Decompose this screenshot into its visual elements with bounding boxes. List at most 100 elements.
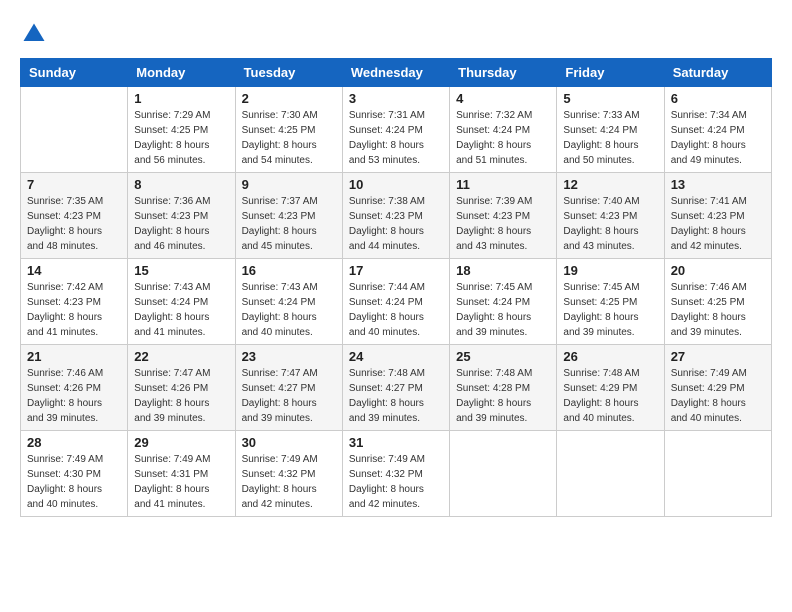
day-info: Sunrise: 7:46 AMSunset: 4:26 PMDaylight:… — [27, 366, 121, 426]
day-number: 27 — [671, 349, 765, 364]
day-info: Sunrise: 7:34 AMSunset: 4:24 PMDaylight:… — [671, 108, 765, 168]
day-info: Sunrise: 7:47 AMSunset: 4:26 PMDaylight:… — [134, 366, 228, 426]
day-number: 9 — [242, 177, 336, 192]
day-info: Sunrise: 7:31 AMSunset: 4:24 PMDaylight:… — [349, 108, 443, 168]
day-number: 24 — [349, 349, 443, 364]
calendar-week-row: 1Sunrise: 7:29 AMSunset: 4:25 PMDaylight… — [21, 87, 772, 173]
day-info: Sunrise: 7:43 AMSunset: 4:24 PMDaylight:… — [242, 280, 336, 340]
calendar-cell: 22Sunrise: 7:47 AMSunset: 4:26 PMDayligh… — [128, 345, 235, 431]
day-number: 10 — [349, 177, 443, 192]
day-number: 21 — [27, 349, 121, 364]
day-info: Sunrise: 7:33 AMSunset: 4:24 PMDaylight:… — [563, 108, 657, 168]
day-number: 31 — [349, 435, 443, 450]
day-number: 3 — [349, 91, 443, 106]
calendar-cell: 18 Sunrise: 7:45 AMSunset: 4:24 PMDayligh… — [450, 259, 557, 345]
calendar-cell: 8Sunrise: 7:36 AMSunset: 4:23 PMDaylight… — [128, 173, 235, 259]
day-number: 28 — [27, 435, 121, 450]
calendar-cell: 2 Sunrise: 7:30 AMSunset: 4:25 PMDaylight… — [235, 87, 342, 173]
header — [20, 20, 772, 48]
day-number: 26 — [563, 349, 657, 364]
header-tuesday: Tuesday — [235, 59, 342, 87]
calendar-week-row: 21 Sunrise: 7:46 AMSunset: 4:26 PMDayligh… — [21, 345, 772, 431]
day-number: 15 — [134, 263, 228, 278]
day-number: 25 — [456, 349, 550, 364]
day-number: 7 — [27, 177, 121, 192]
calendar-week-row: 7 Sunrise: 7:35 AMSunset: 4:23 PMDaylight… — [21, 173, 772, 259]
logo — [20, 20, 52, 48]
calendar-cell: 21 Sunrise: 7:46 AMSunset: 4:26 PMDayligh… — [21, 345, 128, 431]
day-number: 8 — [134, 177, 228, 192]
day-info: Sunrise: 7:45 AMSunset: 4:24 PMDaylight:… — [456, 280, 550, 340]
calendar-cell: 13 Sunrise: 7:41 AMSunset: 4:23 PMDayligh… — [664, 173, 771, 259]
calendar-cell: 9 Sunrise: 7:37 AMSunset: 4:23 PMDaylight… — [235, 173, 342, 259]
day-info: Sunrise: 7:37 AMSunset: 4:23 PMDaylight:… — [242, 194, 336, 254]
calendar-cell: 4 Sunrise: 7:32 AMSunset: 4:24 PMDaylight… — [450, 87, 557, 173]
day-info: Sunrise: 7:47 AMSunset: 4:27 PMDaylight:… — [242, 366, 336, 426]
day-number: 13 — [671, 177, 765, 192]
header-sunday: Sunday — [21, 59, 128, 87]
calendar-cell: 28 Sunrise: 7:49 AMSunset: 4:30 PMDayligh… — [21, 431, 128, 517]
calendar-cell: 12Sunrise: 7:40 AMSunset: 4:23 PMDayligh… — [557, 173, 664, 259]
day-info: Sunrise: 7:48 AMSunset: 4:29 PMDaylight:… — [563, 366, 657, 426]
calendar-cell — [21, 87, 128, 173]
day-number: 17 — [349, 263, 443, 278]
day-number: 1 — [134, 91, 228, 106]
day-info: Sunrise: 7:49 AMSunset: 4:30 PMDaylight:… — [27, 452, 121, 512]
day-number: 12 — [563, 177, 657, 192]
day-number: 29 — [134, 435, 228, 450]
calendar-cell: 27Sunrise: 7:49 AMSunset: 4:29 PMDayligh… — [664, 345, 771, 431]
day-info: Sunrise: 7:39 AMSunset: 4:23 PMDaylight:… — [456, 194, 550, 254]
calendar-cell: 10Sunrise: 7:38 AMSunset: 4:23 PMDayligh… — [342, 173, 449, 259]
calendar-week-row: 28 Sunrise: 7:49 AMSunset: 4:30 PMDayligh… — [21, 431, 772, 517]
calendar-cell: 20 Sunrise: 7:46 AMSunset: 4:25 PMDayligh… — [664, 259, 771, 345]
day-number: 16 — [242, 263, 336, 278]
day-info: Sunrise: 7:41 AMSunset: 4:23 PMDaylight:… — [671, 194, 765, 254]
calendar-cell: 30 Sunrise: 7:49 AMSunset: 4:32 PMDayligh… — [235, 431, 342, 517]
calendar-cell: 7 Sunrise: 7:35 AMSunset: 4:23 PMDaylight… — [21, 173, 128, 259]
day-number: 14 — [27, 263, 121, 278]
calendar-cell: 26 Sunrise: 7:48 AMSunset: 4:29 PMDayligh… — [557, 345, 664, 431]
day-number: 11 — [456, 177, 550, 192]
day-number: 23 — [242, 349, 336, 364]
day-info: Sunrise: 7:49 AMSunset: 4:31 PMDaylight:… — [134, 452, 228, 512]
day-number: 20 — [671, 263, 765, 278]
calendar-cell: 14 Sunrise: 7:42 AMSunset: 4:23 PMDayligh… — [21, 259, 128, 345]
day-info: Sunrise: 7:44 AMSunset: 4:24 PMDaylight:… — [349, 280, 443, 340]
calendar-cell: 25 Sunrise: 7:48 AMSunset: 4:28 PMDayligh… — [450, 345, 557, 431]
day-info: Sunrise: 7:49 AMSunset: 4:32 PMDaylight:… — [242, 452, 336, 512]
calendar-cell — [664, 431, 771, 517]
calendar-cell: 31 Sunrise: 7:49 AMSunset: 4:32 PMDayligh… — [342, 431, 449, 517]
calendar-cell: 15 Sunrise: 7:43 AMSunset: 4:24 PMDayligh… — [128, 259, 235, 345]
day-info: Sunrise: 7:35 AMSunset: 4:23 PMDaylight:… — [27, 194, 121, 254]
day-info: Sunrise: 7:49 AMSunset: 4:32 PMDaylight:… — [349, 452, 443, 512]
calendar-cell: 24 Sunrise: 7:48 AMSunset: 4:27 PMDayligh… — [342, 345, 449, 431]
logo-icon — [20, 20, 48, 48]
day-info: Sunrise: 7:42 AMSunset: 4:23 PMDaylight:… — [27, 280, 121, 340]
day-info: Sunrise: 7:43 AMSunset: 4:24 PMDaylight:… — [134, 280, 228, 340]
calendar-cell — [557, 431, 664, 517]
weekday-header-row: Sunday Monday Tuesday Wednesday Thursday… — [21, 59, 772, 87]
calendar-cell: 23 Sunrise: 7:47 AMSunset: 4:27 PMDayligh… — [235, 345, 342, 431]
calendar-cell: 3 Sunrise: 7:31 AMSunset: 4:24 PMDaylight… — [342, 87, 449, 173]
day-info: Sunrise: 7:46 AMSunset: 4:25 PMDaylight:… — [671, 280, 765, 340]
day-info: Sunrise: 7:32 AMSunset: 4:24 PMDaylight:… — [456, 108, 550, 168]
day-number: 18 — [456, 263, 550, 278]
calendar-cell: 5Sunrise: 7:33 AMSunset: 4:24 PMDaylight… — [557, 87, 664, 173]
calendar-cell: 6Sunrise: 7:34 AMSunset: 4:24 PMDaylight… — [664, 87, 771, 173]
calendar-cell: 11 Sunrise: 7:39 AMSunset: 4:23 PMDayligh… — [450, 173, 557, 259]
calendar-cell: 17 Sunrise: 7:44 AMSunset: 4:24 PMDayligh… — [342, 259, 449, 345]
day-number: 4 — [456, 91, 550, 106]
header-saturday: Saturday — [664, 59, 771, 87]
calendar-cell — [450, 431, 557, 517]
day-number: 2 — [242, 91, 336, 106]
day-info: Sunrise: 7:45 AMSunset: 4:25 PMDaylight:… — [563, 280, 657, 340]
day-number: 19 — [563, 263, 657, 278]
day-info: Sunrise: 7:48 AMSunset: 4:27 PMDaylight:… — [349, 366, 443, 426]
header-thursday: Thursday — [450, 59, 557, 87]
calendar: Sunday Monday Tuesday Wednesday Thursday… — [20, 58, 772, 517]
day-number: 30 — [242, 435, 336, 450]
header-monday: Monday — [128, 59, 235, 87]
day-info: Sunrise: 7:30 AMSunset: 4:25 PMDaylight:… — [242, 108, 336, 168]
calendar-cell: 1Sunrise: 7:29 AMSunset: 4:25 PMDaylight… — [128, 87, 235, 173]
day-info: Sunrise: 7:48 AMSunset: 4:28 PMDaylight:… — [456, 366, 550, 426]
